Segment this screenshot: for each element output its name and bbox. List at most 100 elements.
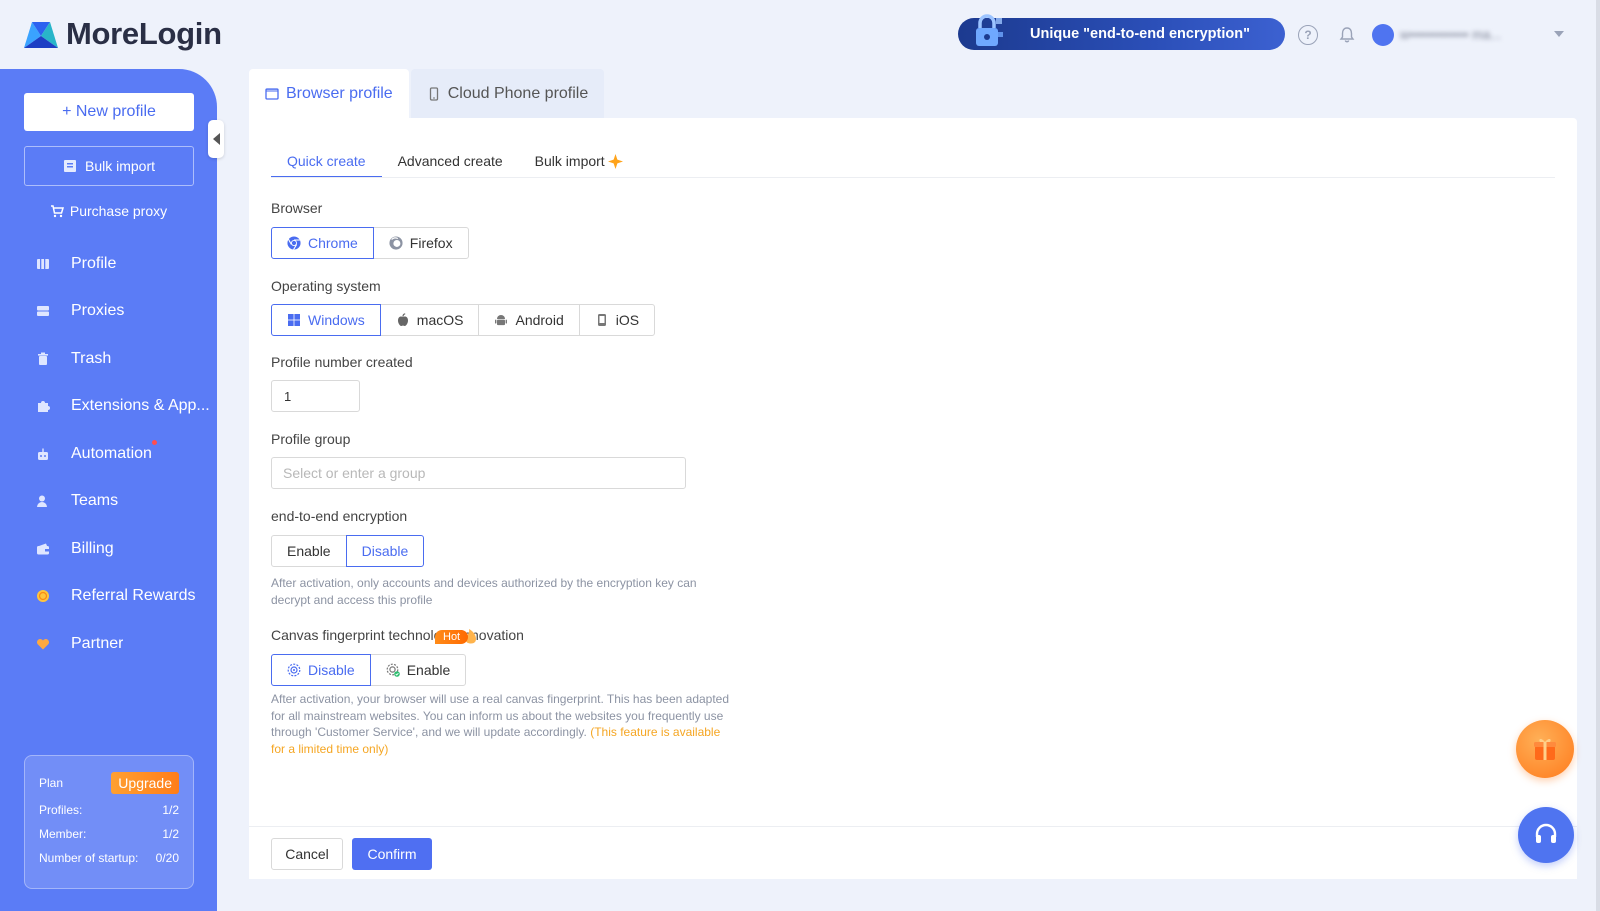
sidebar-item-referral-rewards[interactable]: Referral Rewards <box>0 573 217 621</box>
canvas-selector: Disable Enable <box>271 654 467 686</box>
sidebar-item-extensions[interactable]: Extensions & App... <box>0 383 217 431</box>
create-profile-panel: Quick create Advanced create Bulk import… <box>249 118 1577 879</box>
notification-bell-icon <box>1339 27 1355 43</box>
profile-group-input[interactable]: Select or enter a group <box>271 457 686 489</box>
brand-name: MoreLogin <box>66 16 222 51</box>
chevron-left-icon <box>212 133 220 145</box>
sidebar-item-label: Automation <box>71 444 152 462</box>
e2e-disable-option[interactable]: Disable <box>345 535 425 567</box>
fingerprint-icon <box>287 663 301 677</box>
fingerprint-check-icon <box>386 663 400 677</box>
cancel-button[interactable]: Cancel <box>271 838 343 870</box>
os-option-macos[interactable]: macOS <box>379 304 480 336</box>
e2e-hint-line: After activation, only accounts and devi… <box>271 576 697 590</box>
confirm-button[interactable]: Confirm <box>352 838 432 870</box>
browser-window-icon <box>265 87 279 100</box>
gift-widget[interactable] <box>1516 720 1574 778</box>
canvas-disable-option[interactable]: Disable <box>271 654 371 686</box>
avatar[interactable] <box>1372 24 1394 46</box>
sidebar-item-teams[interactable]: Teams <box>0 478 217 526</box>
sidebar: + New profile Bulk import Purchase proxy… <box>0 69 217 911</box>
help-icon[interactable]: ? <box>1298 25 1318 45</box>
sparkle-icon <box>607 153 623 169</box>
tabs-divider <box>271 177 1555 178</box>
os-option-label: iOS <box>615 312 640 328</box>
profile-number-input[interactable]: 1 <box>271 380 360 412</box>
apple-icon <box>397 313 408 326</box>
limited-time-note: (This feature is available <box>590 725 721 739</box>
tab-browser-profile[interactable]: Browser profile <box>249 69 409 118</box>
windows-icon <box>288 314 300 326</box>
tab-cloud-phone-profile-label: Cloud Phone profile <box>447 84 589 102</box>
purchase-proxy-label: Purchase proxy <box>69 203 168 219</box>
canvas-hint: After activation, your browser will use … <box>271 691 729 757</box>
sidebar-item-label: Trash <box>71 349 112 367</box>
lock-icon <box>976 14 1003 46</box>
iphone-icon <box>597 314 606 326</box>
e2e-enable-option[interactable]: Enable <box>271 535 347 567</box>
e2e-hint-line: decrypt and access this profile <box>271 592 433 607</box>
tab-advanced-create[interactable]: Advanced create <box>382 146 519 176</box>
upgrade-button[interactable]: Upgrade <box>111 772 179 794</box>
sidebar-item-label: Billing <box>71 539 114 557</box>
browser-option-label: Chrome <box>308 235 358 251</box>
canvas-hint-line: for all mainstream websites. You can inf… <box>271 708 724 723</box>
tab-quick-create[interactable]: Quick create <box>271 146 382 178</box>
plan-label: Plan <box>39 776 64 790</box>
os-option-label: macOS <box>416 312 464 328</box>
plan-startup-label: Number of startup: <box>39 851 139 865</box>
canvas-disable-label: Disable <box>308 662 355 678</box>
canvas-enable-option[interactable]: Enable <box>369 654 467 686</box>
import-icon <box>63 160 76 172</box>
tab-cloud-phone-profile[interactable]: Cloud Phone profile <box>410 69 605 118</box>
e2e-hint: After activation, only accounts and devi… <box>271 575 697 608</box>
sidebar-item-profile[interactable]: Profile <box>0 240 217 288</box>
teams-icon <box>37 495 47 508</box>
tab-bulk-import-label: Bulk import <box>534 153 605 169</box>
profile-icon <box>37 258 49 269</box>
bulk-import-label: Bulk import <box>84 158 156 174</box>
customer-support-button[interactable] <box>1518 807 1574 863</box>
browser-option-firefox[interactable]: Firefox <box>372 227 469 259</box>
os-option-android[interactable]: Android <box>478 304 580 336</box>
logo[interactable]: MoreLogin <box>22 16 222 52</box>
billing-icon <box>37 543 49 555</box>
promo-text: Unique "end-to-end encryption" <box>1030 26 1250 42</box>
trash-icon <box>38 352 48 365</box>
plan-profiles-value: 1/2 <box>162 803 179 817</box>
tab-bulk-import[interactable]: Bulk import <box>519 146 639 176</box>
create-mode-tabs: Quick create Advanced create Bulk import <box>271 146 639 178</box>
os-option-ios[interactable]: iOS <box>578 304 656 336</box>
sidebar-item-label: Partner <box>71 634 124 652</box>
headset-icon <box>1535 823 1557 843</box>
e2e-label: end-to-end encryption <box>271 508 408 524</box>
os-option-label: Windows <box>308 312 365 328</box>
browser-label: Browser <box>271 200 323 216</box>
user-name[interactable]: w••••••••••••• ma... <box>1400 27 1545 41</box>
bulk-import-button[interactable]: Bulk import <box>24 146 194 186</box>
canvas-hint-line: through 'Customer Service', and we will … <box>271 725 587 739</box>
new-profile-button[interactable]: + New profile <box>24 93 194 131</box>
sidebar-item-label: Extensions & App... <box>71 397 210 415</box>
window-scrollbar[interactable] <box>1596 0 1600 911</box>
sidebar-item-partner[interactable]: Partner <box>0 620 217 668</box>
limited-time-note: for a limited time only) <box>271 741 389 756</box>
user-menu-caret-icon[interactable] <box>1554 31 1564 37</box>
sidebar-item-automation[interactable]: Automation <box>0 430 217 478</box>
canvas-label: Canvas fingerprint technology innovation <box>271 627 524 643</box>
e2e-selector: Enable Disable <box>271 535 425 567</box>
bell-icon[interactable] <box>1336 24 1358 46</box>
purchase-proxy-link[interactable]: Purchase proxy <box>0 203 217 219</box>
os-label: Operating system <box>271 278 381 294</box>
promo-banner[interactable]: Unique "end-to-end encryption" <box>958 14 1285 50</box>
browser-option-label: Firefox <box>409 235 453 251</box>
sidebar-item-label: Proxies <box>71 302 125 320</box>
plan-member-value: 1/2 <box>162 827 179 841</box>
browser-option-chrome[interactable]: Chrome <box>271 227 374 259</box>
sidebar-item-trash[interactable]: Trash <box>0 335 217 383</box>
plan-card: Plan Upgrade Profiles: 1/2 Member: 1/2 N… <box>24 755 194 889</box>
os-option-windows[interactable]: Windows <box>271 304 381 336</box>
sidebar-item-proxies[interactable]: Proxies <box>0 288 217 336</box>
sidebar-item-billing[interactable]: Billing <box>0 525 217 573</box>
sidebar-collapse-toggle[interactable] <box>208 120 224 158</box>
